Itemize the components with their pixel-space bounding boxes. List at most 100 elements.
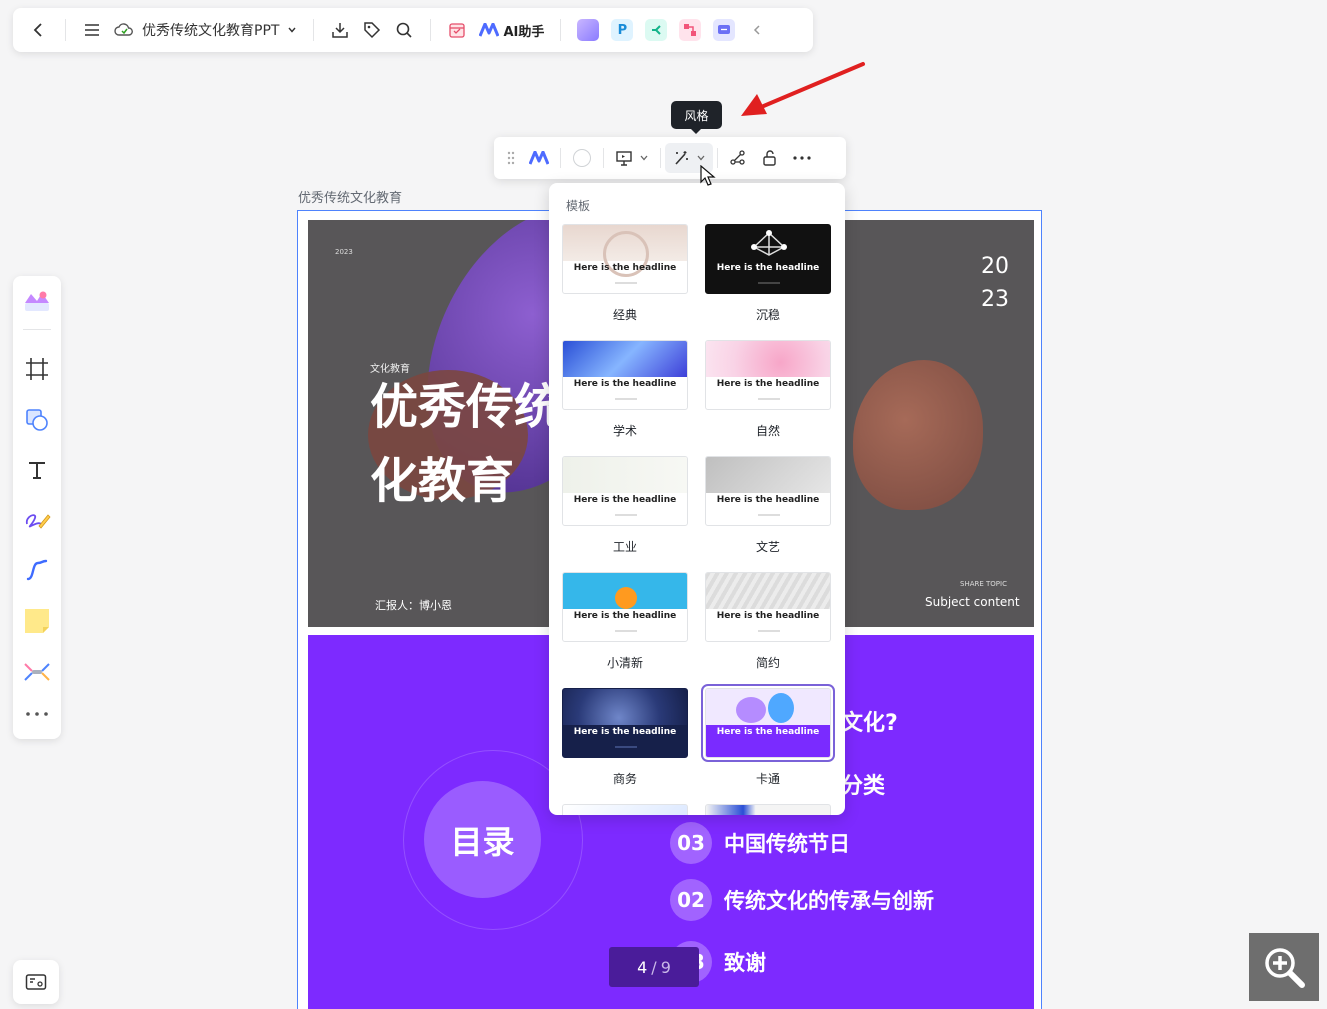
template-name: 简约 xyxy=(755,656,780,670)
thumbnail-art xyxy=(706,225,830,261)
frame-icon[interactable] xyxy=(21,353,53,385)
left-toolbar xyxy=(13,276,61,739)
template-name: 学术 xyxy=(612,424,637,438)
template-more[interactable] xyxy=(562,804,688,815)
chevron-down-icon xyxy=(640,155,648,161)
thumbnail-art xyxy=(563,225,687,277)
style-tooltip: 风格 xyxy=(671,101,722,134)
top-toolbar: 优秀传统文化教育PPT AI助手 P xyxy=(13,8,813,52)
template-academic[interactable]: Here is the headline 学术 xyxy=(562,340,688,439)
style-template-dropdown: 模板 Here is the headline 经典 Here is the h… xyxy=(549,183,845,815)
template-thumbnail xyxy=(705,804,831,815)
color-circle-icon[interactable] xyxy=(565,143,599,173)
tag-icon[interactable] xyxy=(356,14,388,46)
ai-logo-icon xyxy=(479,23,500,37)
template-headline: Here is the headline xyxy=(716,727,820,737)
page-indicator: 4 / 9 xyxy=(609,947,699,987)
title-line-1: 优秀传统 xyxy=(370,379,563,435)
title-line-2: 化教育 xyxy=(370,453,515,509)
template-headline: Here is the headline xyxy=(573,263,677,273)
template-classic[interactable]: Here is the headline 经典 xyxy=(562,224,688,323)
template-library-icon[interactable] xyxy=(21,285,53,317)
contents-title: 目录 xyxy=(450,822,515,861)
ai-assistant-label: AI助手 xyxy=(503,24,545,40)
menu-icon[interactable] xyxy=(76,14,108,46)
ai-assistant-button[interactable]: AI助手 xyxy=(473,21,550,40)
cloud-sync-icon xyxy=(114,23,133,36)
presentation-icon xyxy=(616,151,632,166)
image-app-icon[interactable] xyxy=(577,19,600,41)
slide-year: 20 23 xyxy=(981,250,1009,316)
thumbnail-line xyxy=(758,398,780,400)
magic-wand-icon xyxy=(675,151,688,165)
chat-app-icon[interactable] xyxy=(713,19,736,41)
thumbnail-line xyxy=(615,514,637,516)
current-page: 4 xyxy=(637,957,648,977)
template-thumbnail: Here is the headline xyxy=(701,684,835,762)
subject-content: Subject content xyxy=(925,595,1020,609)
divider xyxy=(603,148,604,168)
decorative-shape xyxy=(853,360,983,510)
template-thumbnail: Here is the headline xyxy=(562,340,688,410)
template-steady[interactable]: Here is the headline 沉稳 xyxy=(705,224,831,323)
template-thumbnail: Here is the headline xyxy=(705,224,831,294)
back-icon[interactable] xyxy=(23,14,55,46)
presentation-button[interactable] xyxy=(608,143,656,173)
minimap-button[interactable] xyxy=(13,960,59,1004)
item-text: 传统文化的传承与创新 xyxy=(724,889,934,913)
divider xyxy=(560,148,561,168)
ai-logo-icon[interactable] xyxy=(522,143,556,173)
contents-fragment: 文化? xyxy=(841,711,898,736)
template-more[interactable] xyxy=(705,804,831,815)
template-headline: Here is the headline xyxy=(716,263,820,273)
year-bottom: 23 xyxy=(981,287,1009,312)
template-simple[interactable]: Here is the headline 简约 xyxy=(705,572,831,671)
mindmap-app-icon[interactable] xyxy=(645,19,668,41)
template-artistic[interactable]: Here is the headline 文艺 xyxy=(705,456,831,555)
year-top: 20 xyxy=(981,254,1009,279)
unlock-icon[interactable] xyxy=(754,143,786,173)
template-cartoon[interactable]: Here is the headline 卡通 xyxy=(701,684,835,787)
thumbnail-line xyxy=(615,746,637,748)
template-fresh[interactable]: Here is the headline 小清新 xyxy=(562,572,688,671)
flowchart-app-icon[interactable] xyxy=(679,19,702,41)
mouse-cursor-icon xyxy=(700,165,716,186)
chevron-down-icon xyxy=(288,27,296,33)
mindmap-icon[interactable] xyxy=(21,656,53,688)
pen-icon[interactable] xyxy=(21,504,53,536)
divider xyxy=(65,19,66,41)
zoom-in-button[interactable] xyxy=(1249,933,1319,1001)
template-name: 卡通 xyxy=(755,772,780,786)
connection-icon[interactable] xyxy=(722,143,754,173)
template-industrial[interactable]: Here is the headline 工业 xyxy=(562,456,688,555)
item-number: 03 xyxy=(670,822,712,864)
calendar-icon[interactable] xyxy=(441,14,473,46)
document-title-dropdown[interactable]: 优秀传统文化教育PPT xyxy=(108,20,303,40)
connector-icon[interactable] xyxy=(21,554,53,586)
zoom-in-icon xyxy=(1265,948,1305,988)
collapse-chevron-icon[interactable] xyxy=(741,14,773,46)
template-name: 文艺 xyxy=(755,540,780,554)
search-icon[interactable] xyxy=(388,14,420,46)
more-icon[interactable] xyxy=(786,143,818,173)
thumbnail-art xyxy=(706,689,830,725)
p-app-icon[interactable]: P xyxy=(611,19,634,41)
download-icon[interactable] xyxy=(324,14,356,46)
drag-handle-icon[interactable] xyxy=(500,143,522,173)
template-business[interactable]: Here is the headline 商务 xyxy=(562,688,688,787)
template-nature[interactable]: Here is the headline 自然 xyxy=(705,340,831,439)
item-text: 中国传统节日 xyxy=(724,832,850,856)
template-headline: Here is the headline xyxy=(716,495,820,505)
template-name: 小清新 xyxy=(606,656,643,670)
thumbnail-art xyxy=(563,689,687,725)
template-thumbnail: Here is the headline xyxy=(705,456,831,526)
more-tools-icon[interactable] xyxy=(21,698,53,730)
thumbnail-line xyxy=(758,514,780,516)
divider xyxy=(717,148,718,168)
thumbnail-line xyxy=(615,398,637,400)
thumbnail-line xyxy=(615,630,637,632)
template-name: 经典 xyxy=(612,308,637,322)
shape-icon[interactable] xyxy=(21,404,53,436)
sticky-note-icon[interactable] xyxy=(21,605,53,637)
text-icon[interactable] xyxy=(21,454,53,486)
